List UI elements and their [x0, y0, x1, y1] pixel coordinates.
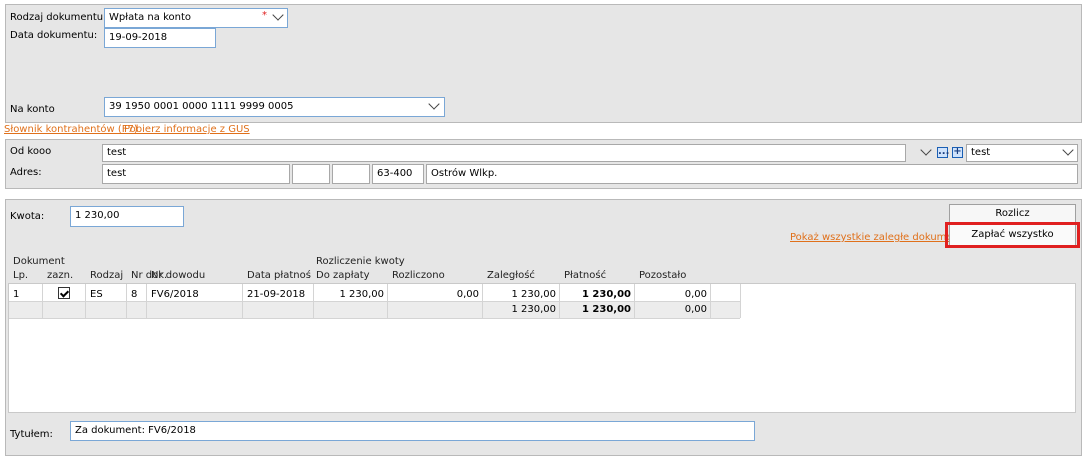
- doc-date-input[interactable]: 19-09-2018: [104, 28, 216, 48]
- col-rodzaj[interactable]: Rodzaj: [87, 270, 126, 282]
- cell-data-platnosci: 21-09-2018: [247, 289, 306, 300]
- summary-zaleglosc: 1 230,00: [511, 304, 556, 315]
- city-value: Ostrów Wlkp.: [431, 168, 498, 179]
- cell-do-zaplaty: 1 230,00: [339, 289, 384, 300]
- grid-row-divider: [9, 318, 740, 319]
- account-label: Na konto: [10, 104, 55, 115]
- more-button[interactable]: ...: [937, 147, 949, 158]
- grid-divider: [740, 284, 741, 318]
- grid-row-divider: [9, 301, 740, 302]
- add-button[interactable]: +: [952, 147, 963, 158]
- account-value: 39 1950 0001 0000 1111 9999 0005: [109, 101, 294, 112]
- col-platnosc[interactable]: Płatność: [561, 270, 609, 282]
- group-settlement-header: Rozliczenie kwoty: [316, 256, 405, 267]
- from-secondary-select[interactable]: test: [966, 144, 1078, 162]
- from-select[interactable]: test: [102, 144, 906, 162]
- cell-nr-dowodu: FV6/2018: [151, 289, 199, 300]
- amount-value: 1 230,00: [75, 210, 120, 221]
- doc-type-label: Rodzaj dokumentu:: [10, 12, 107, 23]
- group-document-header: Dokument: [13, 256, 65, 267]
- gus-info-link[interactable]: Pobierz informacje z GUS: [124, 124, 250, 135]
- col-lp[interactable]: Lp.: [10, 270, 31, 282]
- summary-platnosc: 1 230,00: [581, 304, 631, 315]
- from-value: test: [107, 147, 127, 158]
- doc-type-select[interactable]: Wpłata na konto: [104, 8, 288, 28]
- doc-date-value: 19-09-2018: [109, 32, 168, 43]
- settle-button[interactable]: Rozlicz: [949, 204, 1076, 224]
- cell-platnosc[interactable]: 1 230,00: [559, 289, 634, 301]
- cell-rozliczono: 0,00: [456, 289, 479, 300]
- col-data-platnosci[interactable]: Data płatnoś: [244, 270, 314, 282]
- col-rozliczono[interactable]: Rozliczono: [389, 270, 448, 282]
- title-input[interactable]: Za dokument: FV6/2018: [70, 421, 755, 441]
- account-select[interactable]: 39 1950 0001 0000 1111 9999 0005: [104, 97, 445, 117]
- address-field-2[interactable]: [292, 164, 330, 184]
- title-label: Tytułem:: [10, 429, 53, 440]
- address-input[interactable]: test: [102, 164, 290, 184]
- address-label: Adres:: [10, 167, 42, 178]
- address-value: test: [107, 168, 127, 179]
- cell-nr-dok: 8: [131, 289, 138, 300]
- col-zaleglosc[interactable]: Zaległość: [484, 270, 538, 282]
- required-marker: *: [262, 10, 267, 21]
- city-input[interactable]: Ostrów Wlkp.: [426, 164, 1078, 184]
- cell-zaleglosc: 1 230,00: [511, 289, 556, 300]
- contractors-dictionary-link[interactable]: Słownik kontrahentów (F7): [4, 124, 138, 135]
- col-do-zaplaty[interactable]: Do zapłaty: [313, 270, 373, 282]
- cell-pozostalo: 0,00: [684, 289, 707, 300]
- title-value: Za dokument: FV6/2018: [75, 425, 196, 436]
- postal-code-value: 63-400: [377, 168, 413, 179]
- highlight-outline: [945, 222, 1080, 248]
- col-pozostalo[interactable]: Pozostało: [636, 270, 689, 282]
- from-label: Od kooo: [10, 146, 52, 157]
- amount-input[interactable]: 1 230,00: [70, 206, 184, 227]
- doc-type-value: Wpłata na konto: [109, 12, 192, 23]
- amount-label: Kwota:: [10, 211, 45, 222]
- col-zazn[interactable]: zazn.: [44, 270, 76, 282]
- summary-pozostalo: 0,00: [684, 304, 707, 315]
- postal-code-input[interactable]: 63-400: [372, 164, 424, 184]
- row-select-checkbox[interactable]: [58, 287, 70, 299]
- cell-rodzaj: ES: [90, 289, 103, 300]
- address-field-3[interactable]: [332, 164, 370, 184]
- col-nr-dowodu[interactable]: Nr dowodu: [148, 270, 208, 282]
- show-overdue-documents-link[interactable]: Pokaż wszystkie zaległe dokumenty: [790, 232, 969, 243]
- cell-lp: 1: [13, 289, 20, 300]
- from-secondary-value: test: [971, 147, 991, 158]
- doc-date-label: Data dokumentu:: [10, 30, 98, 41]
